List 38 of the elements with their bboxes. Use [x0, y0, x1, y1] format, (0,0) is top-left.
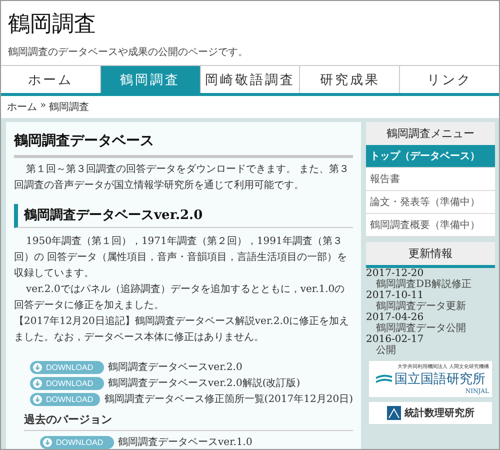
- download-link[interactable]: 鶴岡調査データベース修正箇所一覧(2017年12月20日): [104, 392, 353, 406]
- update-date: 2017-12-20: [366, 268, 425, 279]
- institute-name: 国立国語研究所: [394, 370, 486, 388]
- breadcrumb-item[interactable]: ホーム: [7, 100, 37, 114]
- download-link[interactable]: 鶴岡調査データベースver.1.0: [118, 435, 252, 449]
- update-date: 2016-02-17: [366, 334, 425, 345]
- breadcrumb-separator: »: [40, 100, 46, 113]
- menu-heading: 鶴岡調査メニュー: [366, 122, 495, 145]
- update-date: 2017-04-26: [366, 312, 425, 323]
- institute-banner[interactable]: 統計数理研究所: [369, 402, 492, 424]
- institute-name: 統計数理研究所: [404, 406, 474, 420]
- update-text: 鶴岡調査データ公開: [375, 323, 467, 334]
- intro-paragraph: 第１回～第３回調査の回答データをダウンロードできます。 また、第３回調査の音声データが国立情報学研究所を通じて利用可能です。: [14, 162, 350, 193]
- wave-logo-icon: [376, 373, 392, 385]
- site-title: 鶴岡調査: [8, 11, 97, 39]
- menu-item[interactable]: トップ（データベース）: [366, 145, 495, 168]
- site-subtitle: 鶴岡調査のデータベースや成果の公開のページです。: [8, 46, 249, 59]
- subsection-heading: 過去のバージョン: [24, 412, 353, 431]
- download-icon: [33, 378, 42, 388]
- nav-tab[interactable]: 岡崎敬語調査: [200, 66, 300, 93]
- body-paragraph: 1950年調査（第１回），1971年調査（第２回），1991年調査（第３回）の 回答データ（属性項目，音声・音韻項目，言語生活項目の一部）を収録しています。: [14, 234, 348, 281]
- download-icon: [43, 438, 52, 446]
- updates-heading: 更新情報: [366, 242, 495, 268]
- download-link[interactable]: 鶴岡調査データベースver.2.0解説(改訂版): [108, 376, 300, 390]
- section-heading: 鶴岡調査データベースver.2.0: [14, 204, 353, 228]
- body-paragraph: ver.2.0ではパネル（追跡調査）データを追加するとともに，ver.1.0の回答データに修正を加えました。: [14, 282, 346, 313]
- grid-logo-icon: [386, 406, 400, 420]
- breadcrumb-item: 鶴岡調査: [49, 100, 90, 114]
- download-link[interactable]: 鶴岡調査データベースver.2.0: [108, 360, 242, 374]
- nav-tab[interactable]: 鶴岡調査: [100, 66, 200, 93]
- page-heading: 鶴岡調査データベース: [14, 132, 353, 158]
- update-text: 公開: [375, 345, 397, 356]
- body-paragraph: 【2017年12月20日追記】鶴岡調査データベース解説ver.2.0に修正を加えました。なお，データベース本体に修正はありません。: [14, 314, 350, 345]
- download-icon: [33, 394, 42, 404]
- download-icon: [33, 362, 42, 372]
- update-text: 鶴岡調査データ更新: [375, 301, 467, 312]
- update-date: 2017-10-11: [366, 290, 425, 301]
- update-text: 鶴岡調査DB解説修正: [375, 279, 472, 290]
